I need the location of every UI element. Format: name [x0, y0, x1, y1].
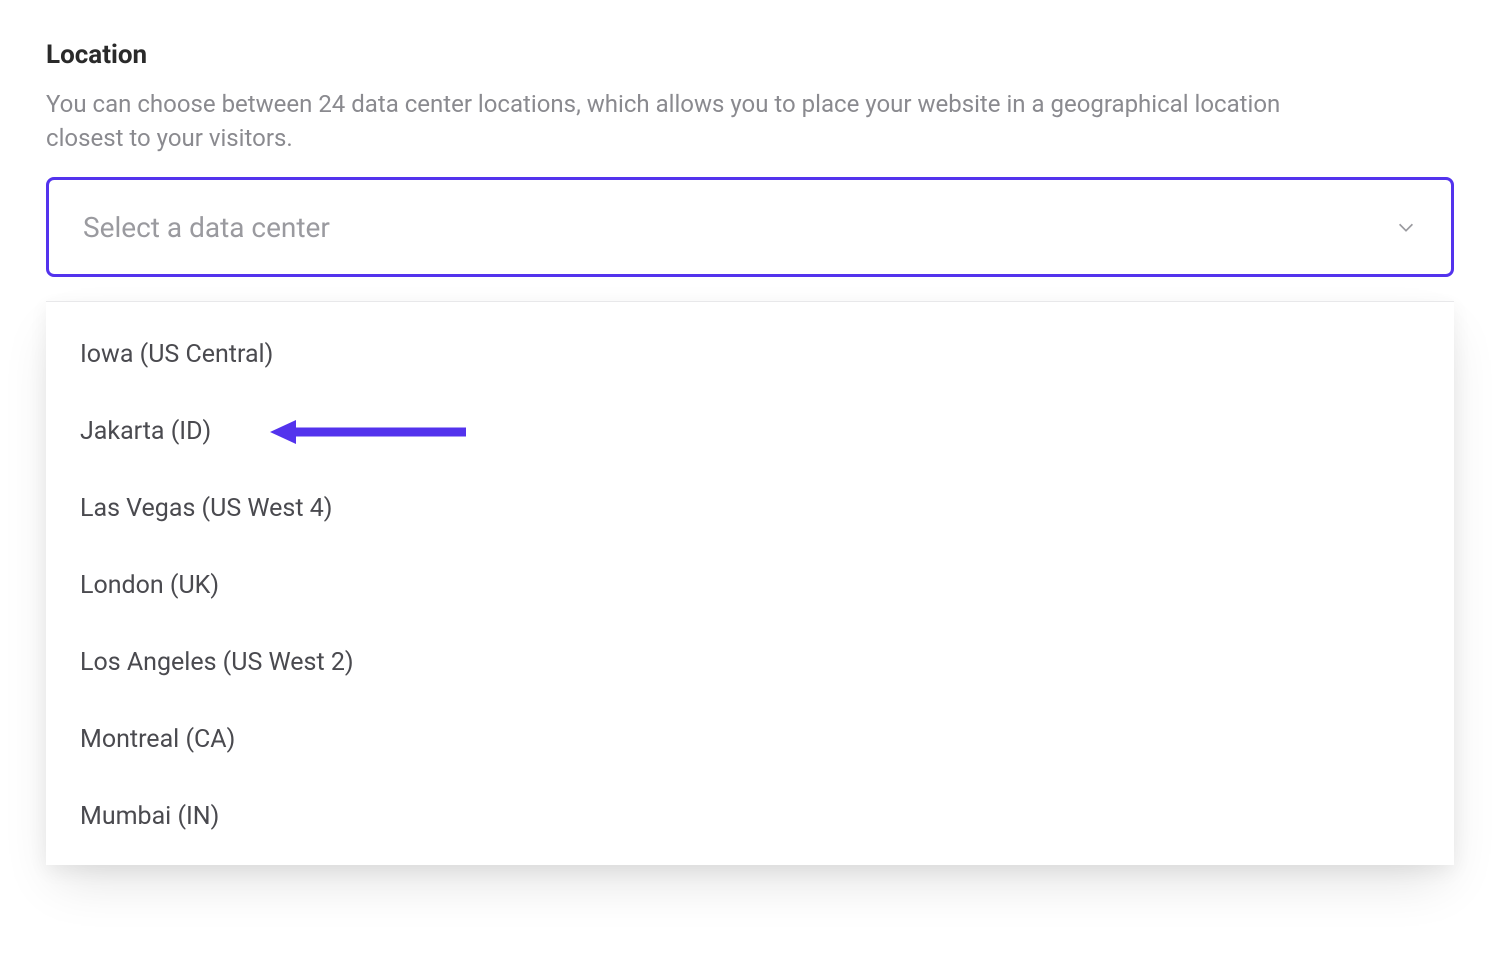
option-label: Iowa (US Central) — [80, 340, 273, 369]
chevron-down-icon — [1395, 216, 1417, 238]
section-title: Location — [46, 40, 1454, 70]
option-montreal[interactable]: Montreal (CA) — [46, 701, 1454, 778]
option-mumbai[interactable]: Mumbai (IN) — [46, 778, 1454, 855]
option-label: Montreal (CA) — [80, 725, 235, 754]
section-description: You can choose between 24 data center lo… — [46, 88, 1336, 155]
option-label: Mumbai (IN) — [80, 802, 219, 831]
option-label: Jakarta (ID) — [80, 417, 211, 446]
option-iowa[interactable]: Iowa (US Central) — [46, 316, 1454, 393]
option-los-angeles[interactable]: Los Angeles (US West 2) — [46, 624, 1454, 701]
data-center-dropdown: Iowa (US Central) Jakarta (ID) Las Vegas… — [46, 301, 1454, 865]
option-label: London (UK) — [80, 571, 219, 600]
data-center-select[interactable]: Select a data center — [46, 177, 1454, 277]
option-las-vegas[interactable]: Las Vegas (US West 4) — [46, 470, 1454, 547]
select-placeholder: Select a data center — [83, 211, 330, 244]
option-jakarta[interactable]: Jakarta (ID) — [46, 393, 1454, 470]
option-label: Las Vegas (US West 4) — [80, 494, 332, 523]
option-london[interactable]: London (UK) — [46, 547, 1454, 624]
arrow-left-icon — [270, 418, 466, 446]
option-label: Los Angeles (US West 2) — [80, 648, 354, 677]
